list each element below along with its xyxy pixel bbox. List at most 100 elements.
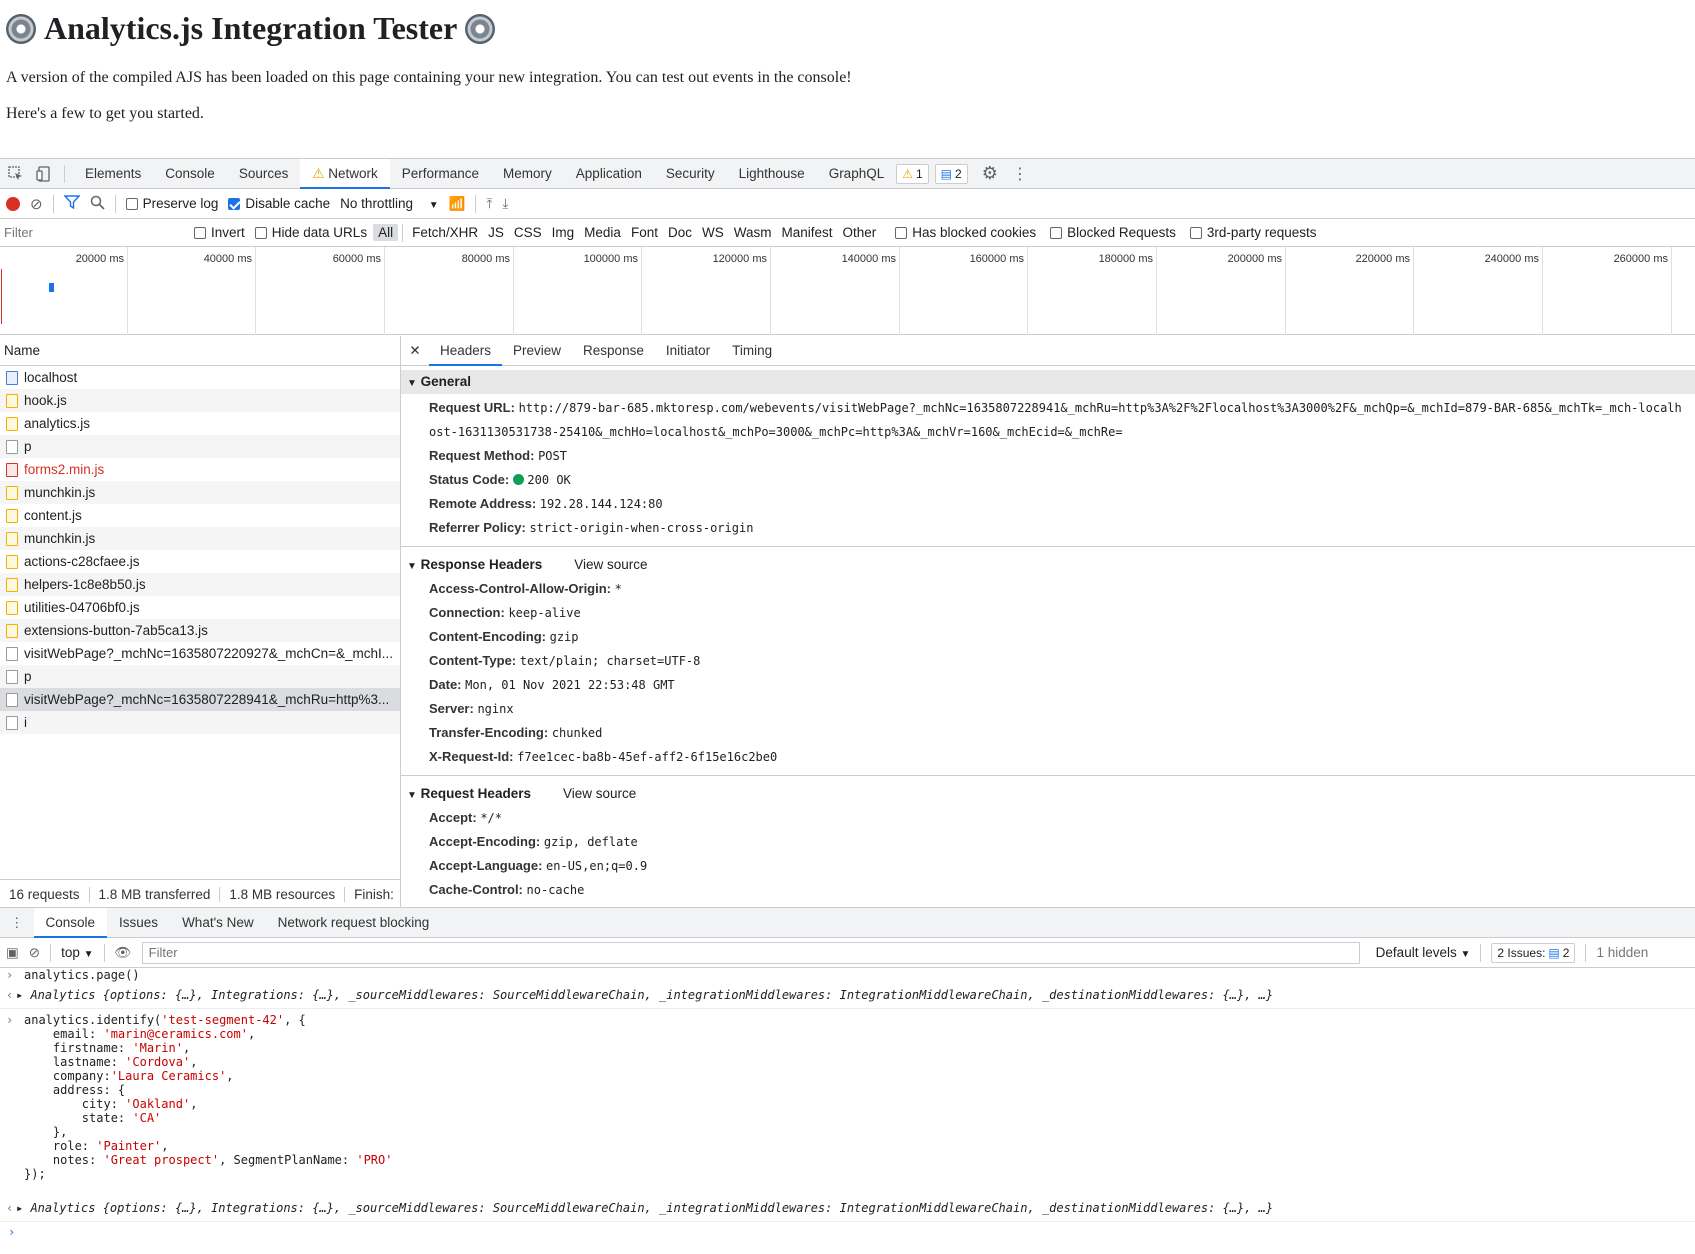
request-row[interactable]: p [0, 665, 400, 688]
request-name: p [24, 439, 32, 454]
timeline-overview[interactable]: 20000 ms 40000 ms 60000 ms 80000 ms 1000… [0, 247, 1695, 335]
type-wasm[interactable]: Wasm [729, 224, 777, 241]
tab-sources[interactable]: Sources [227, 159, 301, 189]
console-input-line[interactable]: › analytics.page() [0, 968, 1695, 982]
type-img[interactable]: Img [547, 224, 580, 241]
drawer-menu-icon[interactable]: ⋮ [0, 915, 34, 931]
type-manifest[interactable]: Manifest [776, 224, 837, 241]
status-code-value: 200 OK [527, 473, 571, 487]
request-row[interactable]: actions-c28cfaee.js [0, 550, 400, 573]
invert-checkbox[interactable]: Invert [194, 225, 245, 240]
export-har-icon[interactable]: ⤓ [502, 196, 508, 212]
request-row[interactable]: helpers-1c8e8b50.js [0, 573, 400, 596]
inspect-element-icon[interactable] [4, 162, 28, 186]
name-column-header[interactable]: Name [0, 336, 400, 366]
console-result-line[interactable]: ‹ ▸ Analytics {options: {…}, Integrations… [0, 1195, 1695, 1222]
tab-preview[interactable]: Preview [502, 336, 572, 366]
sidebar-toggle-icon[interactable]: ▣ [6, 945, 19, 961]
warnings-badge[interactable]: ⚠ 1 [896, 163, 929, 184]
request-row[interactable]: hook.js [0, 389, 400, 412]
network-conditions-icon[interactable]: 📶 [449, 196, 466, 212]
drawer-tab-whats-new[interactable]: What's New [170, 908, 266, 938]
tab-initiator[interactable]: Initiator [655, 336, 721, 366]
tab-lighthouse[interactable]: Lighthouse [727, 159, 817, 189]
request-row[interactable]: munchkin.js [0, 481, 400, 504]
tab-response[interactable]: Response [572, 336, 655, 366]
hide-data-urls-checkbox[interactable]: Hide data URLs [254, 225, 367, 240]
header-value: text/plain; charset=UTF-8 [519, 654, 701, 668]
general-section-header[interactable]: ▼ General [401, 370, 1695, 394]
type-fetch-xhr[interactable]: Fetch/XHR [407, 224, 483, 241]
type-js[interactable]: JS [483, 224, 509, 241]
timeline-tick-label: 60000 ms [332, 253, 381, 265]
request-method-row: Request Method: POST [401, 444, 1695, 468]
throttling-value: No throttling [340, 196, 413, 211]
third-party-checkbox[interactable]: 3rd-party requests [1189, 225, 1316, 240]
disable-cache-checkbox[interactable]: Disable cache [228, 196, 330, 211]
filter-icon[interactable] [62, 195, 81, 212]
tab-headers[interactable]: Headers [429, 336, 503, 366]
import-har-icon[interactable]: ⤒ [486, 196, 492, 212]
view-source-link[interactable]: View source [574, 553, 647, 577]
request-row[interactable]: munchkin.js [0, 527, 400, 550]
tab-timing[interactable]: Timing [721, 336, 783, 366]
request-row[interactable]: localhost [0, 366, 400, 389]
tab-memory[interactable]: Memory [491, 159, 564, 189]
view-source-link[interactable]: View source [563, 782, 636, 806]
issues-counter[interactable]: 2 Issues: ▤ 2 [1491, 942, 1576, 963]
response-headers-header[interactable]: ▼ Response Headers View source [401, 553, 1695, 577]
tab-elements[interactable]: Elements [73, 159, 153, 189]
type-all[interactable]: All [373, 224, 399, 241]
request-row-error[interactable]: forms2.min.js [0, 458, 400, 481]
network-filter-input[interactable] [0, 221, 180, 244]
clear-console-icon[interactable]: ⊘ [29, 945, 40, 961]
settings-gear-icon[interactable]: ⚙ [982, 163, 998, 184]
device-toolbar-icon[interactable] [32, 162, 56, 186]
drawer-tab-request-blocking[interactable]: Network request blocking [266, 908, 442, 938]
context-select[interactable]: top ▼ [61, 945, 93, 960]
tab-performance[interactable]: Performance [390, 159, 491, 189]
request-headers-header[interactable]: ▼ Request Headers View source [401, 782, 1695, 806]
tab-security[interactable]: Security [654, 159, 727, 189]
throttling-select[interactable]: No throttling ▼ [340, 196, 438, 211]
header-row: Accept-Language: en-US,en;q=0.9 [401, 854, 1695, 878]
blocked-cookies-checkbox[interactable]: Has blocked cookies [895, 225, 1036, 240]
search-icon[interactable] [90, 195, 105, 213]
request-row[interactable]: analytics.js [0, 412, 400, 435]
clear-icon[interactable]: ⊘ [30, 195, 43, 213]
type-media[interactable]: Media [579, 224, 626, 241]
more-menu-icon[interactable]: ⋮ [1012, 164, 1028, 184]
request-row[interactable]: content.js [0, 504, 400, 527]
request-row-selected[interactable]: visitWebPage?_mchNc=1635807228941&_mchRu… [0, 688, 400, 711]
record-icon[interactable] [6, 196, 20, 211]
preserve-log-checkbox[interactable]: Preserve log [125, 196, 218, 211]
timeline-tick-label: 240000 ms [1484, 253, 1539, 265]
request-row[interactable]: i [0, 711, 400, 734]
close-icon[interactable]: ✕ [401, 343, 429, 359]
script-icon [6, 393, 18, 408]
drawer-tab-console[interactable]: Console [33, 907, 108, 938]
console-filter-input[interactable] [141, 941, 1360, 964]
console-input-block[interactable]: › analytics.identify('test-segment-42', {… [0, 1009, 1695, 1181]
tab-console[interactable]: Console [153, 159, 227, 189]
live-expression-eye-icon[interactable]: 👁 [115, 945, 132, 961]
request-row[interactable]: p [0, 435, 400, 458]
tab-network[interactable]: ⚠ Network [300, 158, 390, 189]
console-result-line[interactable]: ‹ ▸ Analytics {options: {…}, Integrations… [0, 982, 1695, 1009]
type-font[interactable]: Font [626, 224, 663, 241]
type-doc[interactable]: Doc [663, 224, 697, 241]
type-css[interactable]: CSS [509, 224, 547, 241]
console-prompt[interactable]: › [0, 1222, 1695, 1242]
type-ws[interactable]: WS [697, 224, 729, 241]
blocked-requests-checkbox[interactable]: Blocked Requests [1050, 225, 1176, 240]
type-other[interactable]: Other [838, 224, 882, 241]
messages-badge[interactable]: ▤ 2 [934, 163, 968, 184]
tab-graphql[interactable]: GraphQL [817, 159, 897, 189]
tab-application[interactable]: Application [564, 159, 654, 189]
request-row[interactable]: extensions-button-7ab5ca13.js [0, 619, 400, 642]
request-row[interactable]: utilities-04706bf0.js [0, 596, 400, 619]
log-levels-select[interactable]: Default levels ▼ [1376, 945, 1471, 960]
divider [114, 194, 116, 213]
drawer-tab-issues[interactable]: Issues [107, 908, 170, 938]
request-row[interactable]: visitWebPage?_mchNc=1635807220927&_mchCn… [0, 642, 400, 665]
